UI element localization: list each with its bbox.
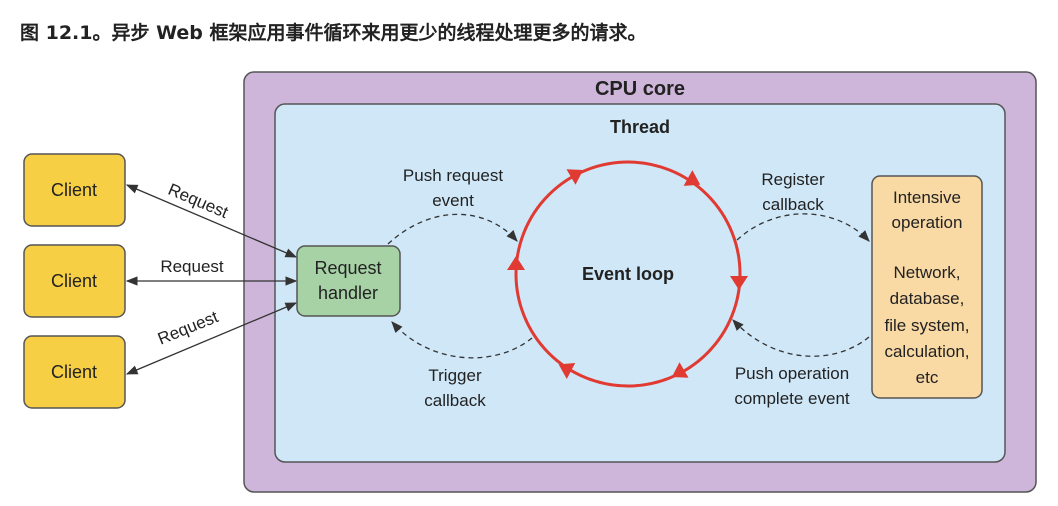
- register-callback-line1: Register: [761, 170, 825, 189]
- intensive-line: calculation,: [884, 342, 969, 361]
- intensive-line: Intensive: [893, 188, 961, 207]
- request-handler-line2: handler: [318, 283, 378, 303]
- push-operation-line1: Push operation: [735, 364, 849, 383]
- request-label-3: Request: [155, 307, 221, 348]
- register-callback-line2: callback: [762, 195, 824, 214]
- request-handler-line1: Request: [314, 258, 381, 278]
- client-label-1: Client: [51, 180, 97, 200]
- trigger-callback-line2: callback: [424, 391, 486, 410]
- diagram: CPU core Thread Client Client Client Req…: [23, 71, 1037, 493]
- push-request-line2: event: [432, 191, 474, 210]
- event-loop-label: Event loop: [582, 264, 674, 284]
- request-handler-box: [296, 245, 401, 317]
- intensive-line: Network,: [893, 263, 960, 282]
- thread-title: Thread: [610, 117, 670, 137]
- trigger-callback-line1: Trigger: [428, 366, 482, 385]
- intensive-line: operation: [892, 213, 963, 232]
- cpu-core-title: CPU core: [595, 78, 685, 100]
- push-request-line1: Push request: [403, 166, 503, 185]
- intensive-line: file system,: [884, 316, 969, 335]
- intensive-line: etc: [916, 368, 939, 387]
- intensive-line: database,: [890, 289, 965, 308]
- push-operation-line2: complete event: [734, 389, 850, 408]
- client-label-2: Client: [51, 271, 97, 291]
- intensive-operation-box: [871, 175, 983, 399]
- client-label-3: Client: [51, 362, 97, 382]
- request-label-2: Request: [160, 257, 224, 276]
